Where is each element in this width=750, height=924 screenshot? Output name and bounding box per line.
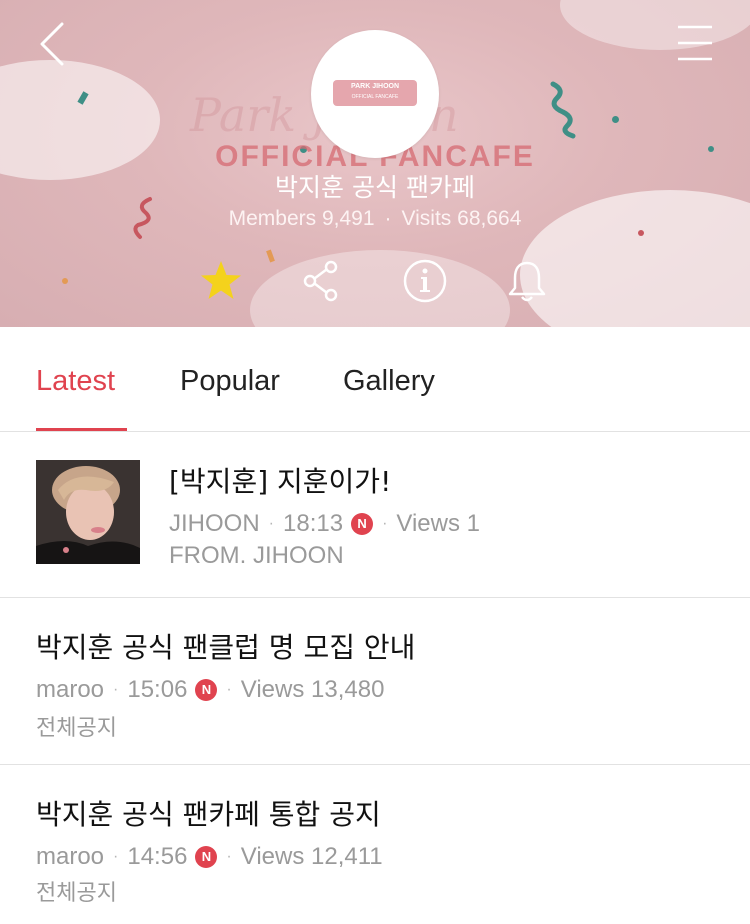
cafe-stats: Members 9,491 · Visits 68,664 bbox=[0, 207, 750, 231]
post-list-item[interactable]: 박지훈 공식 팬카페 통합 공지 maroo · 14:56 N · Views… bbox=[0, 765, 750, 924]
person-photo-icon bbox=[36, 460, 140, 564]
post-thumbnail bbox=[36, 460, 140, 564]
tab-popular[interactable]: Popular bbox=[180, 365, 280, 398]
cafe-title: 박지훈 공식 팬카페 bbox=[275, 173, 475, 202]
members-count: Members 9,491 bbox=[228, 207, 375, 230]
tab-gallery[interactable]: Gallery bbox=[343, 365, 435, 398]
post-author: maroo bbox=[36, 676, 105, 703]
new-badge-icon: N bbox=[351, 513, 374, 535]
meta-separator: · bbox=[226, 848, 232, 865]
active-tab-indicator bbox=[36, 428, 127, 431]
post-author: maroo bbox=[36, 843, 105, 870]
cloud-decoration bbox=[250, 250, 510, 327]
post-title: 박지훈 공식 팬클럽 명 모집 안내 bbox=[36, 631, 416, 664]
confetti-decoration bbox=[62, 278, 68, 284]
meta-separator: · bbox=[113, 848, 119, 865]
cafe-avatar-logo: PARK JIHOON OFFICIAL FANCAFE bbox=[333, 80, 417, 106]
share-icon[interactable] bbox=[298, 258, 344, 304]
bell-icon[interactable] bbox=[504, 258, 550, 304]
meta-separator: · bbox=[268, 515, 274, 532]
cafe-header-banner: Park Jihoon OFFICIAL FANCAFE PARK JIHOON… bbox=[0, 0, 750, 327]
post-title: [박지훈] 지훈이가! bbox=[169, 465, 392, 498]
board-tabs: Latest Popular Gallery bbox=[0, 327, 750, 432]
post-board: FROM. JIHOON bbox=[169, 542, 344, 569]
post-time: 14:56 bbox=[127, 843, 188, 870]
cloud-decoration bbox=[560, 0, 750, 50]
confetti-decoration bbox=[550, 81, 576, 139]
post-board: 전체공지 bbox=[36, 716, 117, 741]
post-views: Views 1 bbox=[396, 510, 480, 537]
post-views: Views 13,480 bbox=[240, 676, 385, 703]
post-views: Views 12,411 bbox=[240, 843, 383, 870]
confetti-decoration bbox=[266, 249, 275, 263]
back-arrow-icon[interactable] bbox=[36, 22, 70, 66]
post-time: 15:06 bbox=[127, 676, 188, 703]
new-badge-icon: N bbox=[195, 679, 218, 701]
post-title: 박지훈 공식 팬카페 통합 공지 bbox=[36, 798, 381, 831]
post-author: JIHOON bbox=[169, 510, 260, 537]
post-meta: maroo · 14:56 N · Views 12,411 bbox=[36, 843, 383, 871]
star-icon[interactable] bbox=[198, 258, 244, 304]
stats-separator: · bbox=[384, 207, 392, 230]
cafe-avatar: PARK JIHOON OFFICIAL FANCAFE bbox=[311, 30, 439, 158]
visits-count: Visits 68,664 bbox=[401, 207, 522, 230]
meta-separator: · bbox=[226, 681, 232, 698]
info-icon[interactable] bbox=[402, 258, 448, 304]
hamburger-menu-icon[interactable] bbox=[676, 24, 714, 62]
post-list-item[interactable]: 박지훈 공식 팬클럽 명 모집 안내 maroo · 15:06 N · Vie… bbox=[0, 598, 750, 765]
tab-latest[interactable]: Latest bbox=[36, 365, 115, 398]
meta-separator: · bbox=[113, 681, 119, 698]
meta-separator: · bbox=[382, 515, 388, 532]
post-meta: JIHOON · 18:13 N · Views 1 bbox=[169, 510, 480, 538]
confetti-decoration bbox=[612, 116, 619, 123]
post-list-item[interactable]: [박지훈] 지훈이가! JIHOON · 18:13 N · Views 1 F… bbox=[0, 432, 750, 598]
post-board: 전체공지 bbox=[36, 881, 117, 906]
post-time: 18:13 bbox=[283, 510, 344, 537]
new-badge-icon: N bbox=[195, 846, 218, 868]
post-meta: maroo · 15:06 N · Views 13,480 bbox=[36, 676, 384, 704]
